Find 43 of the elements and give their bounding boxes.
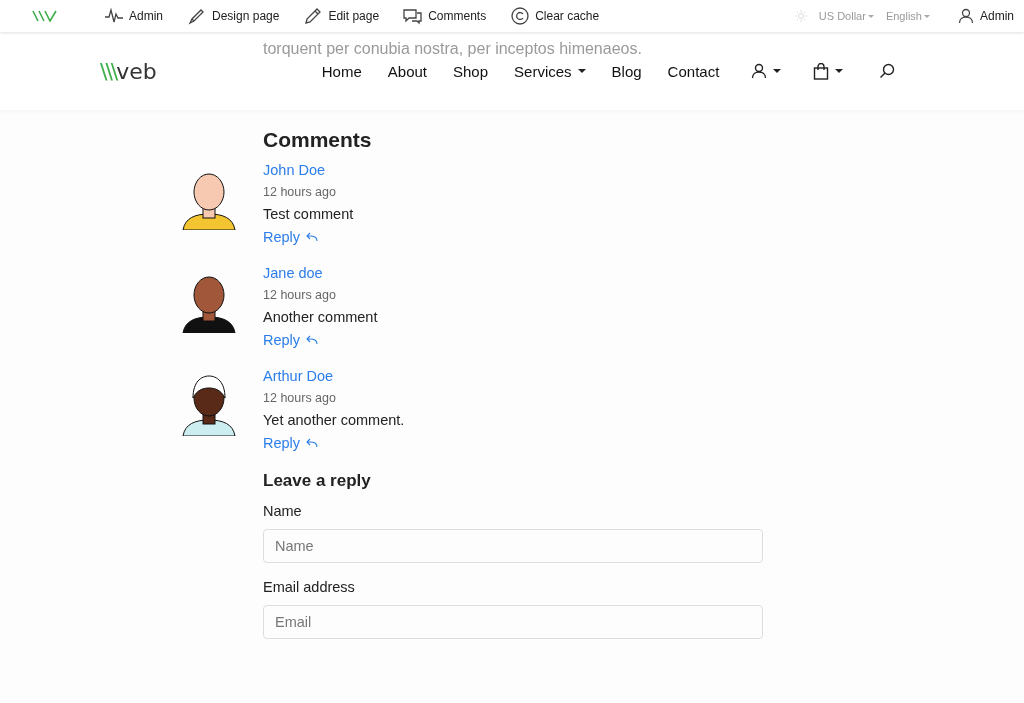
- admin-user-link[interactable]: Admin: [958, 8, 1014, 24]
- field-label: Email address: [263, 579, 356, 595]
- comment-text: Yet another comment.: [263, 412, 405, 428]
- admin-bar-link[interactable]: Comments: [403, 7, 487, 25]
- nav-link[interactable]: Home: [321, 62, 362, 80]
- background-text: torquent per conubia nostra, per inceptos himenaeos.: [263, 40, 642, 58]
- admin-bar-link[interactable]: Design page: [187, 7, 280, 25]
- nav-link[interactable]: Contact: [667, 62, 720, 80]
- comment-time: 12 hours ago: [263, 288, 337, 302]
- reply-arrow-icon: [305, 335, 320, 345]
- reply-link[interactable]: Reply: [263, 229, 354, 245]
- nav-link[interactable]: About: [387, 62, 427, 80]
- cart-menu[interactable]: [813, 62, 844, 80]
- user-icon: [958, 8, 974, 24]
- reply-heading: Leave a reply: [263, 471, 372, 491]
- comment-text: Another comment: [263, 309, 378, 325]
- pulse-icon: [104, 7, 124, 25]
- reply-arrow-icon: [305, 232, 320, 242]
- reply-link[interactable]: Reply: [263, 332, 378, 348]
- comments-heading: Comments: [263, 128, 373, 152]
- comment-time: 12 hours ago: [263, 185, 337, 199]
- comment-author-link[interactable]: Jane doe: [263, 265, 378, 281]
- logo-icon[interactable]: [32, 10, 58, 22]
- reply-link[interactable]: Reply: [263, 435, 405, 451]
- input-field[interactable]: Email: [263, 605, 763, 639]
- admin-bar-link[interactable]: Clear cache: [510, 7, 600, 25]
- admin-bar-link[interactable]: Admin: [104, 7, 163, 25]
- comment-text: Test comment: [263, 206, 354, 222]
- admin-bar-link[interactable]: Edit page: [303, 7, 380, 25]
- input-field[interactable]: Name: [263, 529, 763, 563]
- comment-time: 12 hours ago: [263, 391, 337, 405]
- account-menu[interactable]: [751, 63, 782, 79]
- field-label: Name: [263, 503, 303, 519]
- nav-link[interactable]: Services: [514, 62, 586, 80]
- search-icon[interactable]: [879, 63, 896, 79]
- nav-link[interactable]: Shop: [453, 62, 489, 80]
- reply-arrow-icon: [305, 438, 320, 448]
- comment-author-link[interactable]: John Doe: [263, 162, 354, 178]
- avatar-drawing: [181, 372, 237, 436]
- chat-icon: [403, 7, 424, 25]
- nav-link[interactable]: Blog: [611, 62, 642, 80]
- comment-author-link[interactable]: Arthur Doe: [263, 368, 405, 384]
- site-logo[interactable]: \\\veb: [100, 58, 157, 84]
